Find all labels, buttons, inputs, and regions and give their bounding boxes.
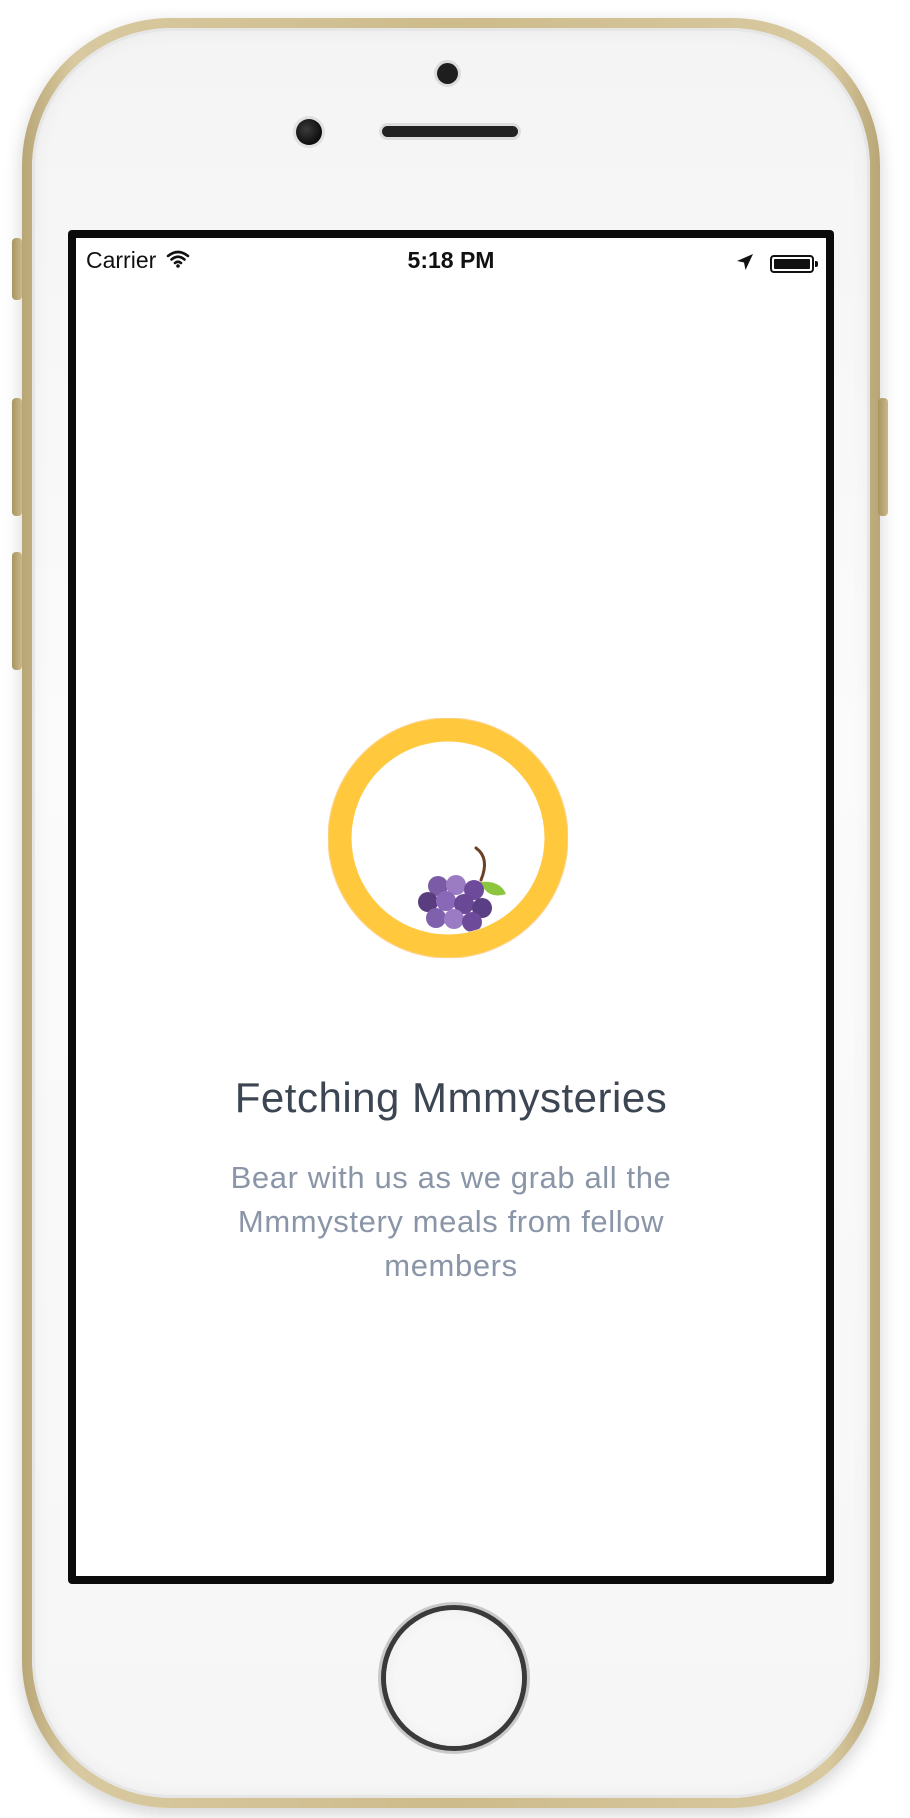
location-arrow-icon <box>736 250 754 277</box>
volume-down-button <box>12 552 22 670</box>
earpiece-speaker <box>382 126 518 137</box>
app-screen: Carrier 5:18 PM Fetching Mmmysteries Bea… <box>76 238 826 1576</box>
loading-title: Fetching Mmmysteries <box>234 1074 668 1121</box>
device-frame: Carrier 5:18 PM Fetching Mmmysteries Bea… <box>0 0 910 1818</box>
proximity-sensor <box>437 63 458 84</box>
power-button <box>878 398 888 516</box>
battery-tip <box>815 260 818 267</box>
mute-switch <box>12 238 22 300</box>
status-time: 5:18 PM <box>407 247 495 273</box>
grapes-icon <box>418 846 506 932</box>
loading-spinner <box>327 717 569 959</box>
battery-fill <box>774 258 810 269</box>
front-camera <box>296 119 322 145</box>
loading-message: Bear with us as we grab all the Mmmyster… <box>230 1160 672 1283</box>
status-right-group <box>736 250 818 277</box>
home-button[interactable] <box>386 1610 522 1746</box>
battery-icon <box>770 254 818 273</box>
volume-up-button <box>12 398 22 516</box>
status-bar: Carrier 5:18 PM <box>76 238 826 282</box>
screen-bezel: Carrier 5:18 PM Fetching Mmmysteries Bea… <box>68 230 834 1584</box>
